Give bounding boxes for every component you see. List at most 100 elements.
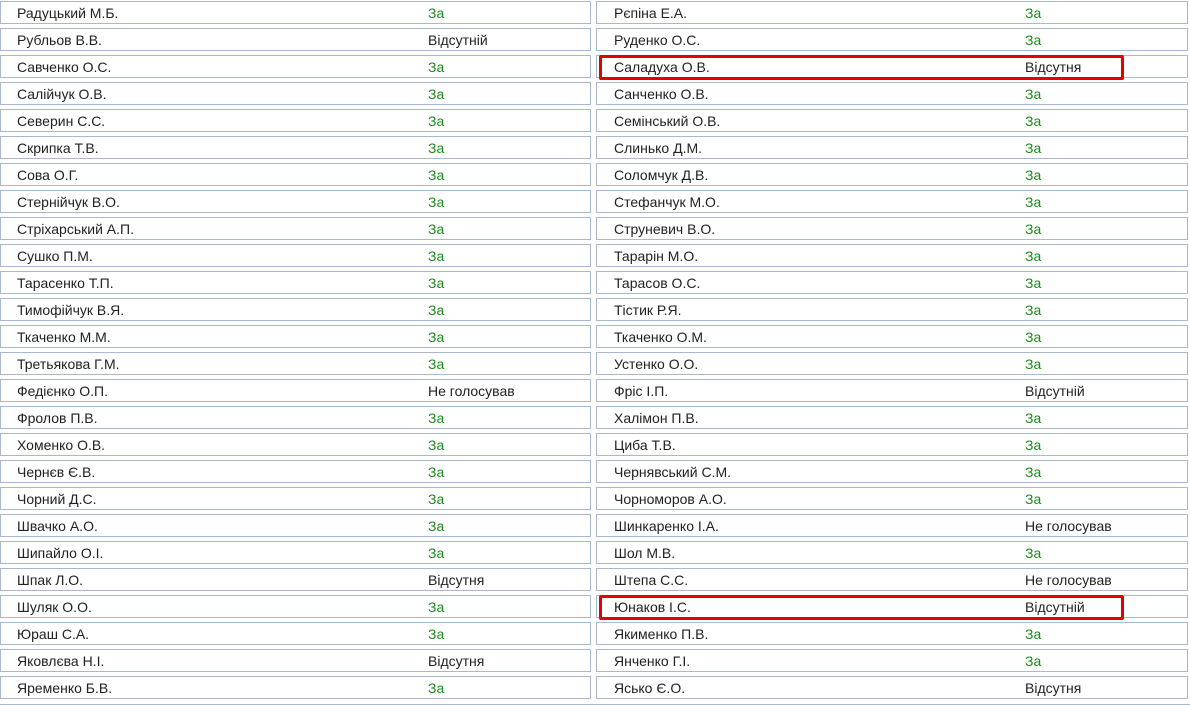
deputy-name: Скрипка Т.В. — [17, 140, 99, 156]
vote-result: За — [428, 167, 445, 183]
deputy-name: Тістик Р.Я. — [614, 302, 682, 318]
deputy-name: Штепа С.С. — [614, 572, 689, 588]
vote-result: За — [428, 140, 445, 156]
vote-result: За — [428, 464, 445, 480]
deputy-vote-row: Семінський О.В. За — [596, 109, 1188, 132]
vote-result: За — [428, 5, 445, 21]
vote-result: Відсутня — [1025, 680, 1082, 696]
deputy-name: Янченко Г.І. — [614, 653, 691, 669]
vote-result: За — [428, 194, 445, 210]
deputy-name: Семінський О.В. — [614, 113, 721, 129]
deputy-vote-row: Циба Т.В. За — [596, 433, 1188, 456]
deputy-vote-row: Шуляк О.О. За — [0, 595, 591, 618]
deputy-name: Шуляк О.О. — [17, 599, 92, 615]
vote-results-table: Радуцький М.Б. За Рубльов В.В. Відсутній Сав… — [0, 0, 1190, 707]
deputy-name: Циба Т.В. — [614, 437, 676, 453]
deputy-name: Халімон П.В. — [614, 410, 699, 426]
deputy-name: Радуцький М.Б. — [17, 5, 119, 21]
deputy-vote-row: Шол М.В. За — [596, 541, 1188, 564]
deputy-name: Шол М.В. — [614, 545, 676, 561]
deputy-vote-row: Швачко А.О. За — [0, 514, 591, 537]
vote-result: Відсутній — [1025, 599, 1085, 615]
vote-result: За — [1025, 356, 1042, 372]
vote-result: За — [1025, 167, 1042, 183]
deputy-vote-row: Шипайло О.І. За — [0, 541, 591, 564]
deputy-vote-row: Штепа С.С. Не голосував — [596, 568, 1188, 591]
vote-result: За — [1025, 113, 1042, 129]
vote-result: За — [1025, 329, 1042, 345]
vote-result: За — [1025, 194, 1042, 210]
vote-result: За — [1025, 626, 1042, 642]
deputy-vote-row: Халімон П.В. За — [596, 406, 1188, 429]
deputy-name: Третьякова Г.М. — [17, 356, 120, 372]
deputy-vote-row: Стернійчук В.О. За — [0, 190, 591, 213]
deputy-vote-row: Якименко П.В. За — [596, 622, 1188, 645]
deputy-name: Рубльов В.В. — [17, 32, 102, 48]
deputy-name: Тарасенко Т.П. — [17, 275, 114, 291]
vote-result: За — [428, 86, 445, 102]
deputy-name: Слинько Д.М. — [614, 140, 703, 156]
vote-result: За — [1025, 221, 1042, 237]
deputy-vote-row: Слинько Д.М. За — [596, 136, 1188, 159]
deputy-name: Тарарін М.О. — [614, 248, 699, 264]
deputy-name: Сушко П.М. — [17, 248, 93, 264]
vote-result: Не голосував — [428, 383, 515, 399]
deputy-name: Хоменко О.В. — [17, 437, 106, 453]
vote-result: За — [428, 410, 445, 426]
deputy-vote-row: Яременко Б.В. За — [0, 676, 591, 699]
vote-result: За — [428, 248, 445, 264]
deputy-name: Ткаченко О.М. — [614, 329, 707, 345]
deputy-name: Струневич В.О. — [614, 221, 716, 237]
vote-result: За — [428, 599, 445, 615]
deputy-vote-row: Яковлєва Н.І. Відсутня — [0, 649, 591, 672]
deputy-vote-row: Руденко О.С. За — [596, 28, 1188, 51]
deputy-vote-row: Федієнко О.П. Не голосував — [0, 379, 591, 402]
deputy-vote-row: Скрипка Т.В. За — [0, 136, 591, 159]
deputy-vote-row: Санченко О.В. За — [596, 82, 1188, 105]
vote-result: За — [428, 113, 445, 129]
deputy-name: Салійчук О.В. — [17, 86, 107, 102]
deputy-name: Шипайло О.І. — [17, 545, 104, 561]
vote-result: За — [1025, 491, 1042, 507]
deputy-vote-row: Рубльов В.В. Відсутній — [0, 28, 591, 51]
vote-result: Відсутній — [428, 32, 488, 48]
deputy-vote-row: Чернєв Є.В. За — [0, 460, 591, 483]
deputy-vote-row: Салійчук О.В. За — [0, 82, 591, 105]
vote-result: За — [428, 518, 445, 534]
vote-result: Відсутня — [1025, 59, 1082, 75]
vote-result: Не голосував — [1025, 572, 1112, 588]
vote-result: Не голосував — [1025, 518, 1112, 534]
deputy-vote-row: Радуцький М.Б. За — [0, 1, 591, 24]
deputy-vote-row: Рєпіна Е.А. За — [596, 1, 1188, 24]
deputy-vote-row: Тістик Р.Я. За — [596, 298, 1188, 321]
deputy-vote-row: Чорноморов А.О. За — [596, 487, 1188, 510]
vote-result: За — [428, 329, 445, 345]
deputy-name: Руденко О.С. — [614, 32, 701, 48]
vote-result: За — [428, 437, 445, 453]
vote-result: За — [1025, 437, 1042, 453]
vote-result: За — [428, 221, 445, 237]
deputy-name: Ткаченко М.М. — [17, 329, 111, 345]
deputy-name: Чорноморов А.О. — [614, 491, 727, 507]
deputy-vote-row: Шпак Л.О. Відсутня — [0, 568, 591, 591]
vote-result: За — [1025, 302, 1042, 318]
deputy-vote-row: Стефанчук М.О. За — [596, 190, 1188, 213]
deputy-name: Рєпіна Е.А. — [614, 5, 688, 21]
vote-result: За — [1025, 140, 1042, 156]
vote-result: За — [1025, 5, 1042, 21]
deputy-vote-row: Ткаченко О.М. За — [596, 325, 1188, 348]
deputy-vote-row: Сова О.Г. За — [0, 163, 591, 186]
deputy-vote-row: Чернявський С.М. За — [596, 460, 1188, 483]
deputy-vote-row: Тарарін М.О. За — [596, 244, 1188, 267]
deputy-name: Юраш С.А. — [17, 626, 90, 642]
vote-result: За — [428, 275, 445, 291]
deputy-vote-row: Фріс І.П. Відсутній — [596, 379, 1188, 402]
deputy-name: Стріхарський А.П. — [17, 221, 134, 237]
deputy-vote-row: Тарасов О.С. За — [596, 271, 1188, 294]
deputy-name: Саладуха О.В. — [614, 59, 710, 75]
deputy-name: Чорний Д.С. — [17, 491, 97, 507]
deputy-vote-row: Струневич В.О. За — [596, 217, 1188, 240]
deputy-name: Фролов П.В. — [17, 410, 98, 426]
deputy-name: Стернійчук В.О. — [17, 194, 120, 210]
deputy-name: Стефанчук М.О. — [614, 194, 720, 210]
